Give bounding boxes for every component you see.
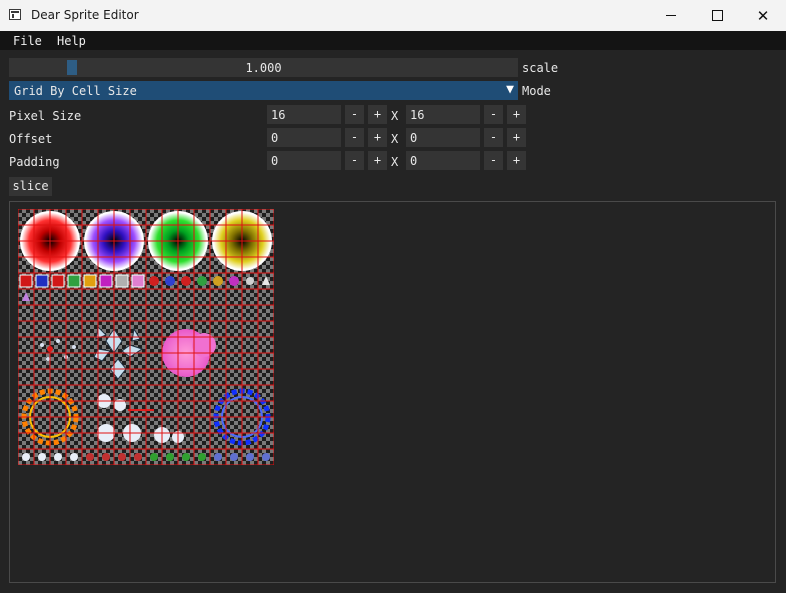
pixel-size-y-increment[interactable]: + bbox=[507, 105, 526, 124]
offset-y-decrement[interactable]: - bbox=[484, 128, 503, 147]
pixel-size-y-decrement[interactable]: - bbox=[484, 105, 503, 124]
offset-y-input[interactable]: 0 bbox=[406, 128, 480, 147]
offset-separator: X bbox=[391, 132, 399, 146]
mode-combo[interactable]: Grid By Cell Size ▼ bbox=[9, 81, 518, 100]
mode-value: Grid By Cell Size bbox=[14, 84, 137, 98]
client-area: File Help 1.000 scale Grid By Cell Size … bbox=[0, 31, 786, 593]
padding-x-increment[interactable]: + bbox=[368, 151, 387, 170]
title-bar: Dear Sprite Editor ✕ bbox=[0, 0, 786, 31]
offset-x-input[interactable]: 0 bbox=[267, 128, 341, 147]
minimize-icon bbox=[666, 15, 676, 16]
menu-bar: File Help bbox=[0, 31, 786, 50]
slice-button[interactable]: slice bbox=[9, 177, 52, 196]
padding-y-increment[interactable]: + bbox=[507, 151, 526, 170]
offset-label: Offset bbox=[9, 132, 53, 146]
maximize-button[interactable] bbox=[694, 0, 740, 31]
offset-y-increment[interactable]: + bbox=[507, 128, 526, 147]
offset-x-decrement[interactable]: - bbox=[345, 128, 364, 147]
app-window: Dear Sprite Editor ✕ File Help 1.000 sca… bbox=[0, 0, 786, 593]
pixel-size-label: Pixel Size bbox=[9, 109, 82, 123]
close-button[interactable]: ✕ bbox=[740, 0, 786, 31]
offset-x-increment[interactable]: + bbox=[368, 128, 387, 147]
padding-separator: X bbox=[391, 155, 399, 169]
chevron-down-icon: ▼ bbox=[506, 82, 514, 97]
minimize-button[interactable] bbox=[648, 0, 694, 31]
sprite-sheet-image[interactable] bbox=[18, 209, 274, 465]
app-icon bbox=[9, 9, 21, 20]
scale-slider[interactable]: 1.000 bbox=[9, 58, 518, 77]
window-title: Dear Sprite Editor bbox=[31, 8, 139, 22]
padding-y-input[interactable]: 0 bbox=[406, 151, 480, 170]
padding-label: Padding bbox=[9, 155, 60, 169]
padding-x-decrement[interactable]: - bbox=[345, 151, 364, 170]
pixel-size-separator: X bbox=[391, 109, 399, 123]
mode-label: Mode bbox=[522, 84, 551, 98]
scale-label: scale bbox=[522, 61, 559, 75]
padding-x-input[interactable]: 0 bbox=[267, 151, 341, 170]
close-icon: ✕ bbox=[756, 6, 770, 25]
menu-help[interactable]: Help bbox=[57, 34, 86, 48]
pixel-size-y-input[interactable]: 16 bbox=[406, 105, 480, 124]
scale-value: 1.000 bbox=[245, 61, 282, 75]
sprite-canvas[interactable] bbox=[9, 201, 776, 583]
pixel-size-x-decrement[interactable]: - bbox=[345, 105, 364, 124]
pixel-size-x-input[interactable]: 16 bbox=[267, 105, 341, 124]
pixel-size-x-increment[interactable]: + bbox=[368, 105, 387, 124]
maximize-icon bbox=[711, 10, 723, 21]
menu-file[interactable]: File bbox=[13, 34, 42, 48]
padding-y-decrement[interactable]: - bbox=[484, 151, 503, 170]
slice-grid-overlay bbox=[18, 209, 274, 465]
